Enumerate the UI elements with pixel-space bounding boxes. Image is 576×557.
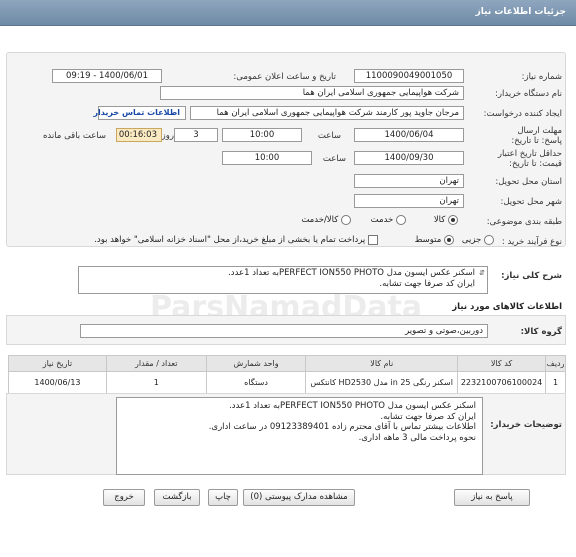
summary-line-1: اسکنر عکس ایسون مدل PERFECT ION550 PHOTO… <box>228 268 475 278</box>
deadline-time-label: ساعت <box>317 131 341 141</box>
col-unit: واحد شمارش <box>205 355 307 372</box>
province-field: تهران <box>354 174 464 188</box>
validity-time-label: ساعت <box>322 154 346 164</box>
notes-line-1: اسکنر عکس ایسون مدل PERFECT ION550 PHOTO… <box>229 401 476 411</box>
buyer-contact-link[interactable]: اطلاعات تماس خریدار <box>93 106 186 120</box>
cell-name: اسکنر رنگی 25 in مدل HD2530 کانتکس <box>305 371 459 394</box>
col-code: کد کالا <box>457 355 547 372</box>
notes-line-4: نحوه پرداخت مالی 3 ماهه اداری. <box>358 432 476 443</box>
radio-goods-service[interactable] <box>341 215 351 225</box>
process-option-medium[interactable]: متوسط <box>415 235 454 246</box>
days-remaining-field: 3 <box>174 128 218 142</box>
remaining-time-field: 00:16:03 <box>116 128 162 142</box>
deadline-date-field: 1400/06/04 <box>354 128 464 142</box>
cell-code: 2232100706100024 <box>457 371 547 394</box>
validity-time-field: 10:00 <box>222 151 312 165</box>
process-label: نوع فرآیند خرید : <box>501 237 562 247</box>
process-option-minor[interactable]: جزیی <box>462 235 494 246</box>
radio-medium[interactable] <box>444 235 454 245</box>
window-title: جزئیات اطلاعات نیاز <box>475 7 566 17</box>
category-label: طبقه بندی موضوعی: <box>486 217 562 227</box>
col-qty: تعداد / مقدار <box>105 355 207 372</box>
col-name: نام کالا <box>305 355 459 372</box>
summary-label: شرح کلی نیاز: <box>501 271 562 281</box>
summary-line-2: ایران کد صرفا جهت تشابه. <box>379 279 475 289</box>
col-date: تاریخ نیاز <box>8 355 107 372</box>
category-option-service[interactable]: خدمت <box>371 215 406 226</box>
creator-label: ایجاد کننده درخواست: <box>483 109 562 119</box>
print-button[interactable]: چاپ <box>208 489 238 506</box>
validity-date-field: 1400/09/30 <box>354 151 464 165</box>
buyer-notes-label: توضیحات خریدار: <box>490 420 562 430</box>
payment-treasury-option[interactable]: پرداخت تمام یا بخشی از مبلغ خرید،از محل … <box>94 235 378 246</box>
back-button[interactable]: بازگشت <box>154 489 200 506</box>
scroll-arrows-icon[interactable]: ⇵ <box>479 268 485 279</box>
category-option-goods-service[interactable]: کالا/خدمت <box>301 215 351 226</box>
view-attachments-button[interactable]: مشاهده مدارک پیوستی (0) <box>243 489 355 506</box>
buyer-org-field: شرکت هواپیمایی جمهوری اسلامی ایران هما <box>160 86 464 100</box>
goods-group-label: گروه کالا: <box>520 327 562 337</box>
cell-row: 1 <box>545 371 566 394</box>
cell-qty: 1 <box>105 371 207 394</box>
announce-field: 1400/06/01 - 09:19 <box>52 69 162 83</box>
cell-date: 1400/06/13 <box>8 371 107 394</box>
summary-textarea[interactable]: ⇵ اسکنر عکس ایسون مدل PERFECT ION550 PHO… <box>78 266 488 294</box>
buyer-org-label: نام دستگاه خریدار: <box>495 89 562 99</box>
treasury-checkbox[interactable] <box>368 235 378 245</box>
radio-service[interactable] <box>396 215 406 225</box>
city-field: تهران <box>354 194 464 208</box>
announce-label: تاریخ و ساعت اعلان عمومی: <box>233 72 336 82</box>
goods-table: ردیف کد کالا نام کالا واحد شمارش تعداد /… <box>8 355 566 394</box>
reply-button[interactable]: پاسخ به نیاز <box>454 489 530 506</box>
table-row: 1 2232100706100024 اسکنر رنگی 25 in مدل … <box>8 371 566 394</box>
window-titlebar: جزئیات اطلاعات نیاز <box>0 0 576 26</box>
city-label: شهر محل تحویل: <box>500 197 562 207</box>
radio-minor[interactable] <box>484 235 494 245</box>
notes-line-2: ایران کد صرفا جهت تشابه. <box>380 411 476 422</box>
goods-section-title: اطلاعات کالاهای مورد نیاز <box>452 302 562 312</box>
buyer-notes-box: اسکنر عکس ایسون مدل PERFECT ION550 PHOTO… <box>116 397 483 475</box>
cell-unit: دستگاه <box>205 371 307 394</box>
col-row: ردیف <box>545 355 566 372</box>
province-label: استان محل تحویل: <box>495 177 562 187</box>
deadline-label: مهلت ارسال پاسخ: تا تاریخ: <box>511 126 562 146</box>
goods-table-header: ردیف کد کالا نام کالا واحد شمارش تعداد /… <box>8 355 566 372</box>
notes-line-3: اطلاعات بیشتر تماس با آقای محترم زاده 09… <box>208 422 476 432</box>
creator-field: مرجان جاوید پور کارمند شرکت هواپیمایی جم… <box>190 106 464 120</box>
need-number-field: 1100090049001050 <box>354 69 464 83</box>
exit-button[interactable]: خروج <box>103 489 145 506</box>
radio-goods[interactable] <box>448 215 458 225</box>
goods-group-field: دوربین،صوتی و تصویر <box>80 324 488 338</box>
category-option-goods[interactable]: کالا <box>434 215 458 226</box>
need-number-label: شماره نیاز: <box>521 72 562 82</box>
deadline-time-field: 10:00 <box>222 128 302 142</box>
validity-label: حداقل تاریخ اعتبار قیمت: تا تاریخ: <box>497 149 562 169</box>
remaining-label: ساعت باقی مانده <box>42 131 106 141</box>
